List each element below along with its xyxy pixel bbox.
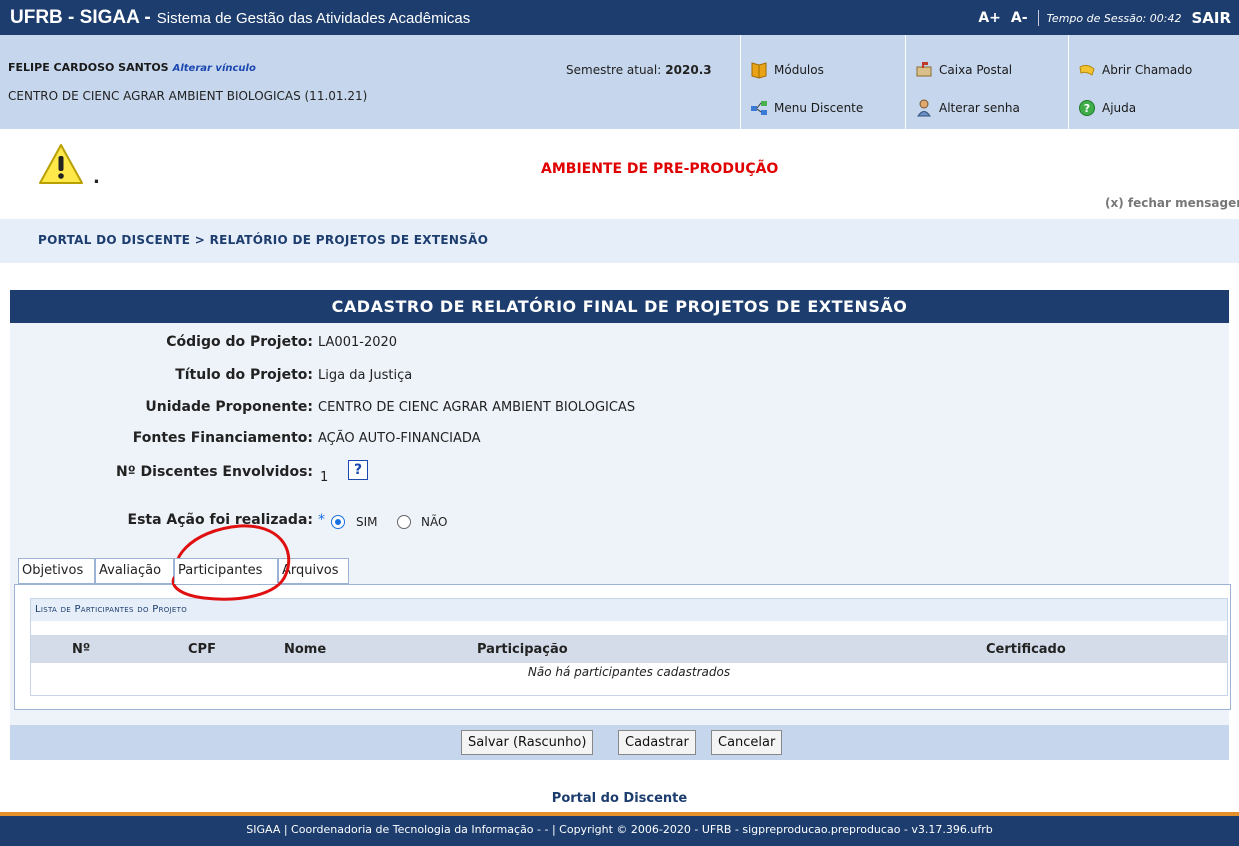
divider — [740, 35, 741, 129]
caixa-postal-button[interactable]: Caixa Postal — [915, 55, 1012, 85]
system-name: UFRB - SIGAA - — [10, 7, 151, 28]
divider — [905, 35, 906, 129]
radio-nao-label: NÃO — [421, 515, 448, 529]
user-key-icon — [915, 99, 933, 117]
logout-link[interactable]: SAIR — [1191, 9, 1231, 27]
ajuda-button[interactable]: ? Ajuda — [1078, 93, 1136, 123]
participants-table: Lista de Participantes do Projeto Nº CPF… — [30, 598, 1228, 696]
column-header: Certificado — [986, 642, 1066, 657]
mailbox-icon — [915, 61, 933, 79]
unit-value: CENTRO DE CIENC AGRAR AMBIENT BIOLOGICAS — [318, 400, 636, 415]
change-link[interactable]: Alterar vínculo — [173, 63, 256, 74]
system-title: UFRB - SIGAA - Sistema de Gestão das Ativ… — [10, 7, 470, 29]
radio-sim[interactable] — [331, 515, 345, 529]
semester-value: 2020.3 — [665, 63, 712, 77]
form-button-bar: Salvar (Rascunho) Cadastrar Cancelar — [10, 725, 1229, 760]
menu-discente-button[interactable]: Menu Discente — [750, 93, 863, 123]
modules-icon — [750, 61, 768, 79]
abrir-chamado-label: Abrir Chamado — [1102, 63, 1193, 77]
column-header: Participação — [477, 642, 568, 657]
funding-value: AÇÃO AUTO-FINANCIADA — [318, 431, 481, 446]
unit-label: Unidade Proponente: — [145, 399, 313, 415]
project-code-label: Código do Projeto: — [166, 334, 313, 350]
divider — [1068, 35, 1069, 129]
font-increase-button[interactable]: A+ — [978, 10, 1001, 26]
submit-button[interactable]: Cadastrar — [618, 730, 696, 755]
ajuda-label: Ajuda — [1102, 101, 1137, 115]
form-title: CADASTRO DE RELATÓRIO FINAL DE PROJETOS … — [10, 290, 1229, 323]
portal-link[interactable]: Portal do Discente — [0, 791, 1239, 806]
project-code-value: LA001-2020 — [318, 335, 398, 350]
semester-label: Semestre atual: — [566, 63, 662, 77]
font-decrease-button[interactable]: A- — [1011, 10, 1028, 26]
breadcrumb: Portal do Discente > Relatório de Projet… — [0, 219, 1239, 263]
empty-message: Não há participantes cadastrados — [527, 665, 731, 679]
help-icon: ? — [1078, 99, 1096, 117]
project-title-label: Título do Projeto: — [175, 367, 313, 383]
column-header: Nome — [284, 642, 327, 657]
alterar-senha-label: Alterar senha — [939, 101, 1020, 115]
user-name-row: FELIPE CARDOSO SANTOS Alterar vínculo — [8, 61, 256, 74]
warning-icon — [38, 143, 84, 189]
students-label: Nº Discentes Envolvidos: — [116, 464, 313, 480]
ticket-icon — [1078, 61, 1096, 79]
help-button[interactable]: ? — [348, 460, 368, 480]
funding-label: Fontes Financiamento: — [132, 430, 313, 446]
alterar-senha-button[interactable]: Alterar senha — [915, 93, 1020, 123]
menu-discente-label: Menu Discente — [774, 101, 864, 115]
warning-bullet: . — [93, 167, 100, 188]
user-name: FELIPE CARDOSO SANTOS — [8, 61, 169, 74]
column-header: Nº — [72, 642, 91, 657]
close-messages-link[interactable]: (x) fechar mensagens — [1105, 196, 1239, 210]
column-header: CPF — [188, 642, 216, 657]
footer-copyright: SIGAA | Coordenadoria de Tecnologia da I… — [246, 823, 993, 836]
top-bar: UFRB - SIGAA - Sistema de Gestão das Ativ… — [0, 0, 1239, 35]
table-header: Nº CPF Nome Participação Certificado — [31, 635, 1227, 663]
caixa-postal-label: Caixa Postal — [939, 63, 1013, 77]
user-info-bar: FELIPE CARDOSO SANTOS Alterar vínculo CEN… — [0, 35, 1239, 129]
cancel-button[interactable]: Cancelar — [711, 730, 783, 755]
tab-participantes[interactable]: Participantes — [174, 558, 278, 584]
divider — [1037, 10, 1039, 26]
current-semester: Semestre atual: 2020.3 — [566, 63, 712, 77]
svg-text:?: ? — [1084, 102, 1090, 115]
students-value: 1 — [320, 470, 329, 485]
warning-text: AMBIENTE DE PRE-PRODUÇÃO — [541, 161, 779, 177]
sitemap-icon — [750, 99, 768, 117]
warning-message-box: . AMBIENTE DE PRE-PRODUÇÃO (x) fechar me… — [0, 129, 1239, 219]
required-mark: * — [318, 512, 325, 528]
system-subtitle: Sistema de Gestão das Atividades Acadêmi… — [156, 10, 471, 27]
session-controls: A+ A- Tempo de Sessão: 00:42 SAIR — [978, 9, 1231, 27]
footer-bar: SIGAA | Coordenadoria de Tecnologia da I… — [0, 812, 1239, 846]
abrir-chamado-button[interactable]: Abrir Chamado — [1078, 55, 1192, 85]
radio-nao[interactable] — [397, 515, 411, 529]
breadcrumb-text: Portal do Discente > Relatório de Projet… — [38, 233, 489, 247]
save-draft-button[interactable]: Salvar (Rascunho) — [461, 730, 594, 755]
user-unit: CENTRO DE CIENC AGRAR AMBIENT BIOLOGICAS… — [8, 89, 368, 103]
radio-sim-label: SIM — [356, 515, 378, 529]
modulos-button[interactable]: Módulos — [750, 55, 824, 85]
session-timer: Tempo de Sessão: 00:42 — [1046, 11, 1182, 25]
project-title-value: Liga da Justiça — [318, 368, 413, 383]
modulos-label: Módulos — [774, 63, 824, 77]
tab-objetivos[interactable]: Objetivos — [18, 558, 95, 584]
